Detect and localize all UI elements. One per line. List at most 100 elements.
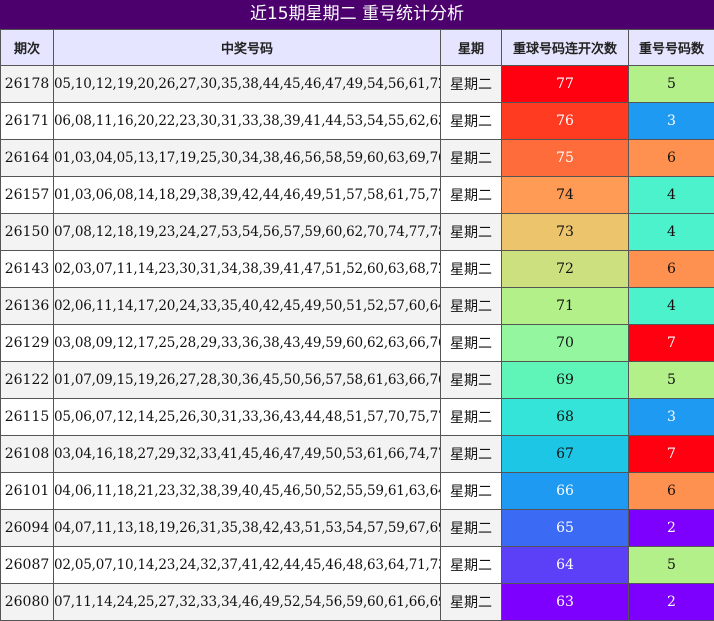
weekday-cell: 星期二 bbox=[441, 473, 502, 510]
period-cell: 26171 bbox=[1, 103, 54, 140]
repeat-count-cell: 4 bbox=[629, 177, 714, 214]
numbers-cell: 05,06,07,12,14,25,26,30,31,33,36,43,44,4… bbox=[54, 399, 441, 436]
streak-cell: 66 bbox=[502, 473, 629, 510]
weekday-cell: 星期二 bbox=[441, 547, 502, 584]
streak-cell: 70 bbox=[502, 325, 629, 362]
period-cell: 26101 bbox=[1, 473, 54, 510]
period-cell: 26108 bbox=[1, 436, 54, 473]
table-row: 2610104,06,11,18,21,23,32,38,39,40,45,46… bbox=[1, 473, 714, 510]
period-cell: 26094 bbox=[1, 510, 54, 547]
period-cell: 26087 bbox=[1, 547, 54, 584]
repeat-count-cell: 2 bbox=[629, 510, 714, 547]
header-streak: 重球号码连开次数 bbox=[502, 30, 629, 66]
streak-cell: 64 bbox=[502, 547, 629, 584]
repeat-count-cell: 7 bbox=[629, 325, 714, 362]
streak-cell: 74 bbox=[502, 177, 629, 214]
table-row: 2614302,03,07,11,14,23,30,31,34,38,39,41… bbox=[1, 251, 714, 288]
streak-cell: 67 bbox=[502, 436, 629, 473]
weekday-cell: 星期二 bbox=[441, 214, 502, 251]
streak-cell: 63 bbox=[502, 584, 629, 621]
weekday-cell: 星期二 bbox=[441, 510, 502, 547]
table-row: 2610803,04,16,18,27,29,32,33,41,45,46,47… bbox=[1, 436, 714, 473]
period-cell: 26136 bbox=[1, 288, 54, 325]
repeat-count-cell: 4 bbox=[629, 288, 714, 325]
streak-cell: 72 bbox=[502, 251, 629, 288]
numbers-cell: 02,06,11,14,17,20,24,33,35,40,42,45,49,5… bbox=[54, 288, 441, 325]
streak-cell: 76 bbox=[502, 103, 629, 140]
table-row: 2615007,08,12,18,19,23,24,27,53,54,56,57… bbox=[1, 214, 714, 251]
numbers-cell: 01,03,04,05,13,17,19,25,30,34,38,46,56,5… bbox=[54, 140, 441, 177]
stats-panel: 近15期星期二 重号统计分析 期次 中奖号码 星期 重球号码连开次数 重号号码数… bbox=[0, 0, 714, 619]
period-cell: 26178 bbox=[1, 66, 54, 103]
repeat-count-cell: 5 bbox=[629, 66, 714, 103]
weekday-cell: 星期二 bbox=[441, 288, 502, 325]
page-title: 近15期星期二 重号统计分析 bbox=[0, 0, 714, 29]
weekday-cell: 星期二 bbox=[441, 177, 502, 214]
numbers-cell: 02,05,07,10,14,23,24,32,37,41,42,44,45,4… bbox=[54, 547, 441, 584]
numbers-cell: 04,07,11,13,18,19,26,31,35,38,42,43,51,5… bbox=[54, 510, 441, 547]
header-period: 期次 bbox=[1, 30, 54, 66]
numbers-cell: 07,11,14,24,25,27,32,33,34,46,49,52,54,5… bbox=[54, 584, 441, 621]
table-row: 2612201,07,09,15,19,26,27,28,30,36,45,50… bbox=[1, 362, 714, 399]
table-row: 2608702,05,07,10,14,23,24,32,37,41,42,44… bbox=[1, 547, 714, 584]
weekday-cell: 星期二 bbox=[441, 140, 502, 177]
period-cell: 26122 bbox=[1, 362, 54, 399]
weekday-cell: 星期二 bbox=[441, 251, 502, 288]
repeat-count-cell: 5 bbox=[629, 547, 714, 584]
header-weekday: 星期 bbox=[441, 30, 502, 66]
streak-cell: 68 bbox=[502, 399, 629, 436]
repeat-count-cell: 6 bbox=[629, 473, 714, 510]
period-cell: 26080 bbox=[1, 584, 54, 621]
repeat-count-cell: 4 bbox=[629, 214, 714, 251]
repeat-count-cell: 3 bbox=[629, 399, 714, 436]
weekday-cell: 星期二 bbox=[441, 103, 502, 140]
numbers-cell: 05,10,12,19,20,26,27,30,35,38,44,45,46,4… bbox=[54, 66, 441, 103]
repeat-count-cell: 3 bbox=[629, 103, 714, 140]
table-row: 2617106,08,11,16,20,22,23,30,31,33,38,39… bbox=[1, 103, 714, 140]
streak-cell: 71 bbox=[502, 288, 629, 325]
streak-cell: 75 bbox=[502, 140, 629, 177]
streak-cell: 65 bbox=[502, 510, 629, 547]
table-row: 2611505,06,07,12,14,25,26,30,31,33,36,43… bbox=[1, 399, 714, 436]
header-repeat: 重号号码数 bbox=[629, 30, 714, 66]
repeat-count-cell: 6 bbox=[629, 140, 714, 177]
table-row: 2616401,03,04,05,13,17,19,25,30,34,38,46… bbox=[1, 140, 714, 177]
table-body: 2617805,10,12,19,20,26,27,30,35,38,44,45… bbox=[1, 66, 714, 621]
period-cell: 26129 bbox=[1, 325, 54, 362]
table-row: 2612903,08,09,12,17,25,28,29,33,36,38,43… bbox=[1, 325, 714, 362]
repeat-count-cell: 7 bbox=[629, 436, 714, 473]
streak-cell: 77 bbox=[502, 66, 629, 103]
numbers-cell: 04,06,11,18,21,23,32,38,39,40,45,46,50,5… bbox=[54, 473, 441, 510]
numbers-cell: 06,08,11,16,20,22,23,30,31,33,38,39,41,4… bbox=[54, 103, 441, 140]
period-cell: 26143 bbox=[1, 251, 54, 288]
repeat-count-cell: 5 bbox=[629, 362, 714, 399]
numbers-cell: 07,08,12,18,19,23,24,27,53,54,56,57,59,6… bbox=[54, 214, 441, 251]
numbers-cell: 01,07,09,15,19,26,27,28,30,36,45,50,56,5… bbox=[54, 362, 441, 399]
numbers-cell: 03,08,09,12,17,25,28,29,33,36,38,43,49,5… bbox=[54, 325, 441, 362]
repeat-count-cell: 6 bbox=[629, 251, 714, 288]
header-row: 期次 中奖号码 星期 重球号码连开次数 重号号码数 bbox=[1, 30, 714, 66]
numbers-cell: 03,04,16,18,27,29,32,33,41,45,46,47,49,5… bbox=[54, 436, 441, 473]
weekday-cell: 星期二 bbox=[441, 436, 502, 473]
streak-cell: 73 bbox=[502, 214, 629, 251]
period-cell: 26115 bbox=[1, 399, 54, 436]
numbers-cell: 02,03,07,11,14,23,30,31,34,38,39,41,47,5… bbox=[54, 251, 441, 288]
table-row: 2615701,03,06,08,14,18,29,38,39,42,44,46… bbox=[1, 177, 714, 214]
table-row: 2608007,11,14,24,25,27,32,33,34,46,49,52… bbox=[1, 584, 714, 621]
streak-cell: 69 bbox=[502, 362, 629, 399]
table-row: 2613602,06,11,14,17,20,24,33,35,40,42,45… bbox=[1, 288, 714, 325]
repeat-count-cell: 2 bbox=[629, 584, 714, 621]
weekday-cell: 星期二 bbox=[441, 362, 502, 399]
stats-table: 期次 中奖号码 星期 重球号码连开次数 重号号码数 2617805,10,12,… bbox=[0, 29, 714, 621]
weekday-cell: 星期二 bbox=[441, 325, 502, 362]
period-cell: 26164 bbox=[1, 140, 54, 177]
weekday-cell: 星期二 bbox=[441, 66, 502, 103]
period-cell: 26157 bbox=[1, 177, 54, 214]
period-cell: 26150 bbox=[1, 214, 54, 251]
numbers-cell: 01,03,06,08,14,18,29,38,39,42,44,46,49,5… bbox=[54, 177, 441, 214]
header-numbers: 中奖号码 bbox=[54, 30, 441, 66]
weekday-cell: 星期二 bbox=[441, 584, 502, 621]
table-row: 2617805,10,12,19,20,26,27,30,35,38,44,45… bbox=[1, 66, 714, 103]
weekday-cell: 星期二 bbox=[441, 399, 502, 436]
table-row: 2609404,07,11,13,18,19,26,31,35,38,42,43… bbox=[1, 510, 714, 547]
